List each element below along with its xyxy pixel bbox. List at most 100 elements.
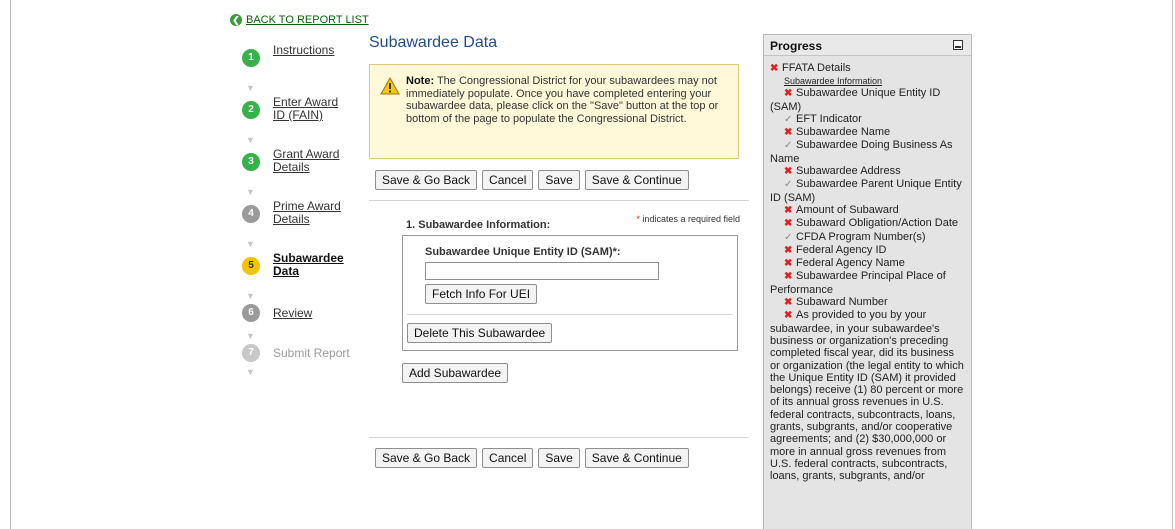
uei-input[interactable] — [425, 262, 659, 280]
divider — [369, 200, 749, 201]
note-box: Note: The Congressional District for you… — [369, 64, 739, 159]
step-grant-award-details[interactable]: 3 Grant Award Details — [242, 148, 352, 188]
top-button-bar: Save & Go Back Cancel Save Save & Contin… — [375, 170, 689, 190]
x-mark-icon: ✖ — [784, 310, 793, 322]
progress-item-text: As provided to you by your subawardee, i… — [770, 309, 964, 483]
fetch-info-button[interactable]: Fetch Info For UEI — [425, 284, 538, 304]
progress-section: ✖ FFATA Details — [770, 62, 965, 75]
chevron-down-icon: ▼ — [246, 367, 255, 377]
progress-section-label: FFATA Details — [782, 62, 851, 74]
note-body: The Congressional District for your suba… — [406, 75, 719, 125]
back-to-report-list[interactable]: ❮ BACK TO REPORT LIST — [230, 14, 369, 26]
step-label[interactable]: Subawardee Data — [273, 252, 352, 278]
check-icon: ✓ — [784, 140, 793, 152]
progress-title: Progress — [770, 39, 823, 53]
step-number: 5 — [242, 257, 260, 275]
x-mark-icon: ✖ — [784, 244, 793, 256]
progress-item: ✖ Amount of Subaward — [770, 204, 965, 217]
subawardee-box: Subawardee Unique Entity ID (SAM)*: Fetc… — [402, 235, 738, 351]
step-label[interactable]: Enter Award ID (FAIN) — [273, 96, 352, 122]
progress-item-text: Subawardee Doing Business As Name — [770, 139, 953, 165]
warning-icon — [380, 77, 400, 95]
back-link-text[interactable]: BACK TO REPORT LIST — [246, 14, 369, 26]
step-label[interactable]: Grant Award Details — [273, 148, 352, 174]
step-label[interactable]: Review — [273, 307, 312, 320]
step-number: 7 — [242, 344, 260, 362]
progress-item-text: Subawardee Parent Unique Entity ID (SAM) — [770, 178, 962, 204]
progress-item-text: Subawardee Address — [796, 165, 901, 178]
add-subawardee-button[interactable]: Add Subawardee — [402, 363, 509, 383]
progress-item-text: CFDA Program Number(s) — [796, 230, 926, 243]
required-field-note: * indicates a required field — [636, 214, 740, 224]
progress-item-text: Federal Agency ID — [796, 243, 887, 256]
progress-item-text: Subaward Number — [796, 296, 888, 309]
progress-item: ✓ Subawardee Parent Unique Entity ID (SAM… — [770, 178, 965, 204]
x-mark-icon: ✖ — [770, 63, 779, 74]
progress-item-text: Federal Agency Name — [796, 257, 905, 270]
step-enter-award-id[interactable]: 2 Enter Award ID (FAIN) — [242, 96, 352, 136]
x-mark-icon: ✖ — [784, 218, 793, 230]
save-continue-button[interactable]: Save & Continue — [584, 170, 689, 190]
page-title: Subawardee Data — [369, 34, 498, 51]
x-mark-icon: ✖ — [784, 204, 793, 216]
note-label: Note: — [406, 75, 435, 87]
step-navigation: 1 Instructions ▼ 2 Enter Award ID (FAIN)… — [242, 44, 352, 380]
x-mark-icon: ✖ — [784, 166, 793, 178]
progress-item-text: Subawardee Name — [796, 126, 891, 139]
step-label[interactable]: Instructions — [273, 44, 334, 57]
check-icon: ✓ — [784, 113, 793, 125]
save-button[interactable]: Save — [538, 448, 580, 468]
progress-item-text: Subawardee Unique Entity ID (SAM) — [770, 87, 941, 113]
check-icon: ✓ — [784, 231, 793, 243]
step-number: 3 — [242, 153, 260, 171]
save-go-back-button[interactable]: Save & Go Back — [375, 170, 478, 190]
minimize-icon[interactable] — [953, 40, 963, 50]
progress-panel: Progress ✖ FFATA Details Subawardee Infor… — [763, 34, 972, 529]
step-number: 4 — [242, 205, 260, 223]
step-number: 6 — [242, 304, 260, 322]
progress-item: ✖ Subawardee Principal Place of Performan… — [770, 270, 965, 296]
progress-item: ✓ CFDA Program Number(s) — [770, 231, 965, 244]
step-instructions[interactable]: 1 Instructions — [242, 44, 352, 84]
step-submit-report: 7 Submit Report — [242, 344, 352, 368]
step-prime-award-details[interactable]: 4 Prime Award Details — [242, 200, 352, 240]
step-review[interactable]: 6 Review — [242, 304, 352, 332]
delete-subawardee-button[interactable]: Delete This Subawardee — [407, 323, 553, 343]
cancel-button[interactable]: Cancel — [482, 170, 534, 190]
save-button[interactable]: Save — [538, 170, 580, 190]
progress-list: ✖ FFATA Details Subawardee Information ✖ S… — [764, 56, 971, 483]
main-content: Subawardee Data Note: The Congressional … — [369, 34, 749, 468]
progress-item: ✖ Federal Agency Name — [770, 257, 965, 270]
step-subawardee-data[interactable]: 5 Subawardee Data — [242, 252, 352, 292]
step-number: 1 — [242, 49, 260, 67]
save-go-back-button[interactable]: Save & Go Back — [375, 448, 478, 468]
progress-item-text: Subawardee Principal Place of Performanc… — [770, 270, 946, 296]
progress-subsection[interactable]: Subawardee Information — [784, 75, 965, 87]
x-mark-icon: ✖ — [784, 127, 793, 139]
divider — [407, 314, 733, 315]
divider — [369, 437, 749, 438]
x-mark-icon: ✖ — [784, 271, 793, 283]
step-number: 2 — [242, 101, 260, 119]
required-star: * — [636, 214, 640, 224]
step-label[interactable]: Prime Award Details — [273, 200, 352, 226]
x-mark-icon: ✖ — [784, 297, 793, 309]
save-continue-button[interactable]: Save & Continue — [584, 448, 689, 468]
required-note-text: indicates a required field — [642, 214, 740, 224]
progress-item: ✖ As provided to you by your subawardee, … — [770, 309, 965, 482]
progress-item: ✖ Subaward Obligation/Action Date — [770, 217, 965, 230]
cancel-button[interactable]: Cancel — [482, 448, 534, 468]
uei-label: Subawardee Unique Entity ID (SAM)*: — [425, 246, 621, 258]
note-text: Note: The Congressional District for you… — [406, 75, 726, 125]
back-arrow-circle-icon: ❮ — [230, 14, 242, 26]
progress-item: ✓ EFT Indicator — [770, 113, 965, 126]
progress-header: Progress — [764, 35, 971, 56]
x-mark-icon: ✖ — [784, 88, 793, 100]
progress-item: ✖ Subaward Number — [770, 296, 965, 309]
progress-item: ✖ Subawardee Name — [770, 126, 965, 139]
check-icon: ✓ — [784, 179, 793, 191]
step-label: Submit Report — [273, 346, 350, 360]
progress-item-text: Amount of Subaward — [796, 203, 899, 216]
section-title: 1. Subawardee Information: — [406, 219, 551, 231]
progress-item: ✖ Federal Agency ID — [770, 244, 965, 257]
